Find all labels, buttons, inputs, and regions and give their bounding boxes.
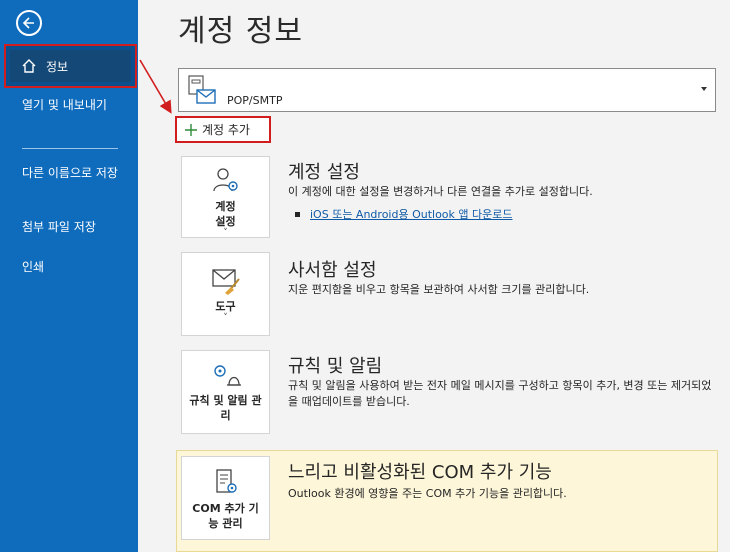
account-selector[interactable]: POP/SMTP bbox=[178, 68, 716, 112]
account-settings-button[interactable]: 계정 설정 ˅ bbox=[181, 156, 270, 238]
tile-label: COM 추가 기능 관리 bbox=[192, 502, 259, 530]
sidebar-item-info[interactable]: 정보 bbox=[4, 44, 137, 88]
home-icon bbox=[22, 59, 36, 73]
mobile-app-download-link[interactable]: iOS 또는 Android용 Outlook 앱 다운로드 bbox=[295, 206, 513, 222]
mailbox-broom-icon bbox=[211, 269, 240, 295]
account-settings-icon bbox=[212, 168, 238, 192]
tools-button[interactable]: 도구 ˅ bbox=[181, 252, 270, 336]
arrow-left-icon bbox=[22, 17, 34, 29]
back-button[interactable] bbox=[16, 10, 42, 36]
section-desc-rules-alerts: 규칙 및 알림을 사용하여 받는 전자 메일 메시지를 구성하고 항목이 추가,… bbox=[288, 379, 712, 408]
tile-label: 도구 bbox=[215, 300, 236, 313]
section-title-rules-alerts: 규칙 및 알림 bbox=[288, 356, 383, 377]
sidebar-divider bbox=[22, 148, 118, 149]
chevron-down-icon: ˅ bbox=[223, 313, 228, 323]
add-account-button[interactable]: 계정 추가 bbox=[175, 116, 271, 143]
section-desc-account-settings: 이 계정에 대한 설정을 변경하거나 다른 연결을 추가로 설정합니다. bbox=[288, 185, 593, 198]
sidebar-item-label: 정보 bbox=[46, 59, 69, 74]
sidebar-item-save-attachments[interactable]: 첨부 파일 저장 bbox=[22, 220, 132, 235]
manage-rules-alerts-button[interactable]: 규칙 및 알림 관리 bbox=[181, 350, 270, 434]
account-name: POP/SMTP bbox=[227, 94, 283, 107]
rules-alerts-icon bbox=[213, 365, 241, 386]
chevron-down-icon: ˅ bbox=[223, 228, 228, 238]
com-addins-icon bbox=[215, 469, 237, 493]
section-title-com-addins: 느리고 비활성화된 COM 추가 기능 bbox=[288, 462, 552, 483]
sidebar-item-print[interactable]: 인쇄 bbox=[22, 260, 132, 275]
section-desc-mailbox-settings: 지운 편지함을 비우고 항목을 보관하여 사서함 크기를 관리합니다. bbox=[288, 283, 590, 296]
backstage-sidebar: 정보 열기 및 내보내기 다른 이름으로 저장 첨부 파일 저장 인쇄 bbox=[0, 0, 138, 552]
sidebar-item-open-export[interactable]: 열기 및 내보내기 bbox=[22, 98, 132, 113]
sidebar-item-save-as[interactable]: 다른 이름으로 저장 bbox=[22, 166, 132, 181]
page-title: 계정 정보 bbox=[178, 14, 303, 49]
plus-icon bbox=[185, 123, 197, 136]
add-account-label: 계정 추가 bbox=[202, 123, 250, 137]
bullet-icon bbox=[295, 211, 300, 217]
mailbox-icon bbox=[188, 75, 216, 104]
chevron-down-icon bbox=[701, 87, 707, 91]
section-title-mailbox-settings: 사서함 설정 bbox=[288, 260, 377, 281]
section-desc-com-addins: Outlook 환경에 영향을 주는 COM 추가 기능을 관리합니다. bbox=[288, 487, 567, 500]
section-title-account-settings: 계정 설정 bbox=[288, 162, 360, 183]
tile-label: 계정 설정 bbox=[215, 200, 236, 228]
manage-com-addins-button[interactable]: COM 추가 기능 관리 bbox=[181, 456, 270, 540]
tile-label: 규칙 및 알림 관리 bbox=[189, 394, 262, 422]
